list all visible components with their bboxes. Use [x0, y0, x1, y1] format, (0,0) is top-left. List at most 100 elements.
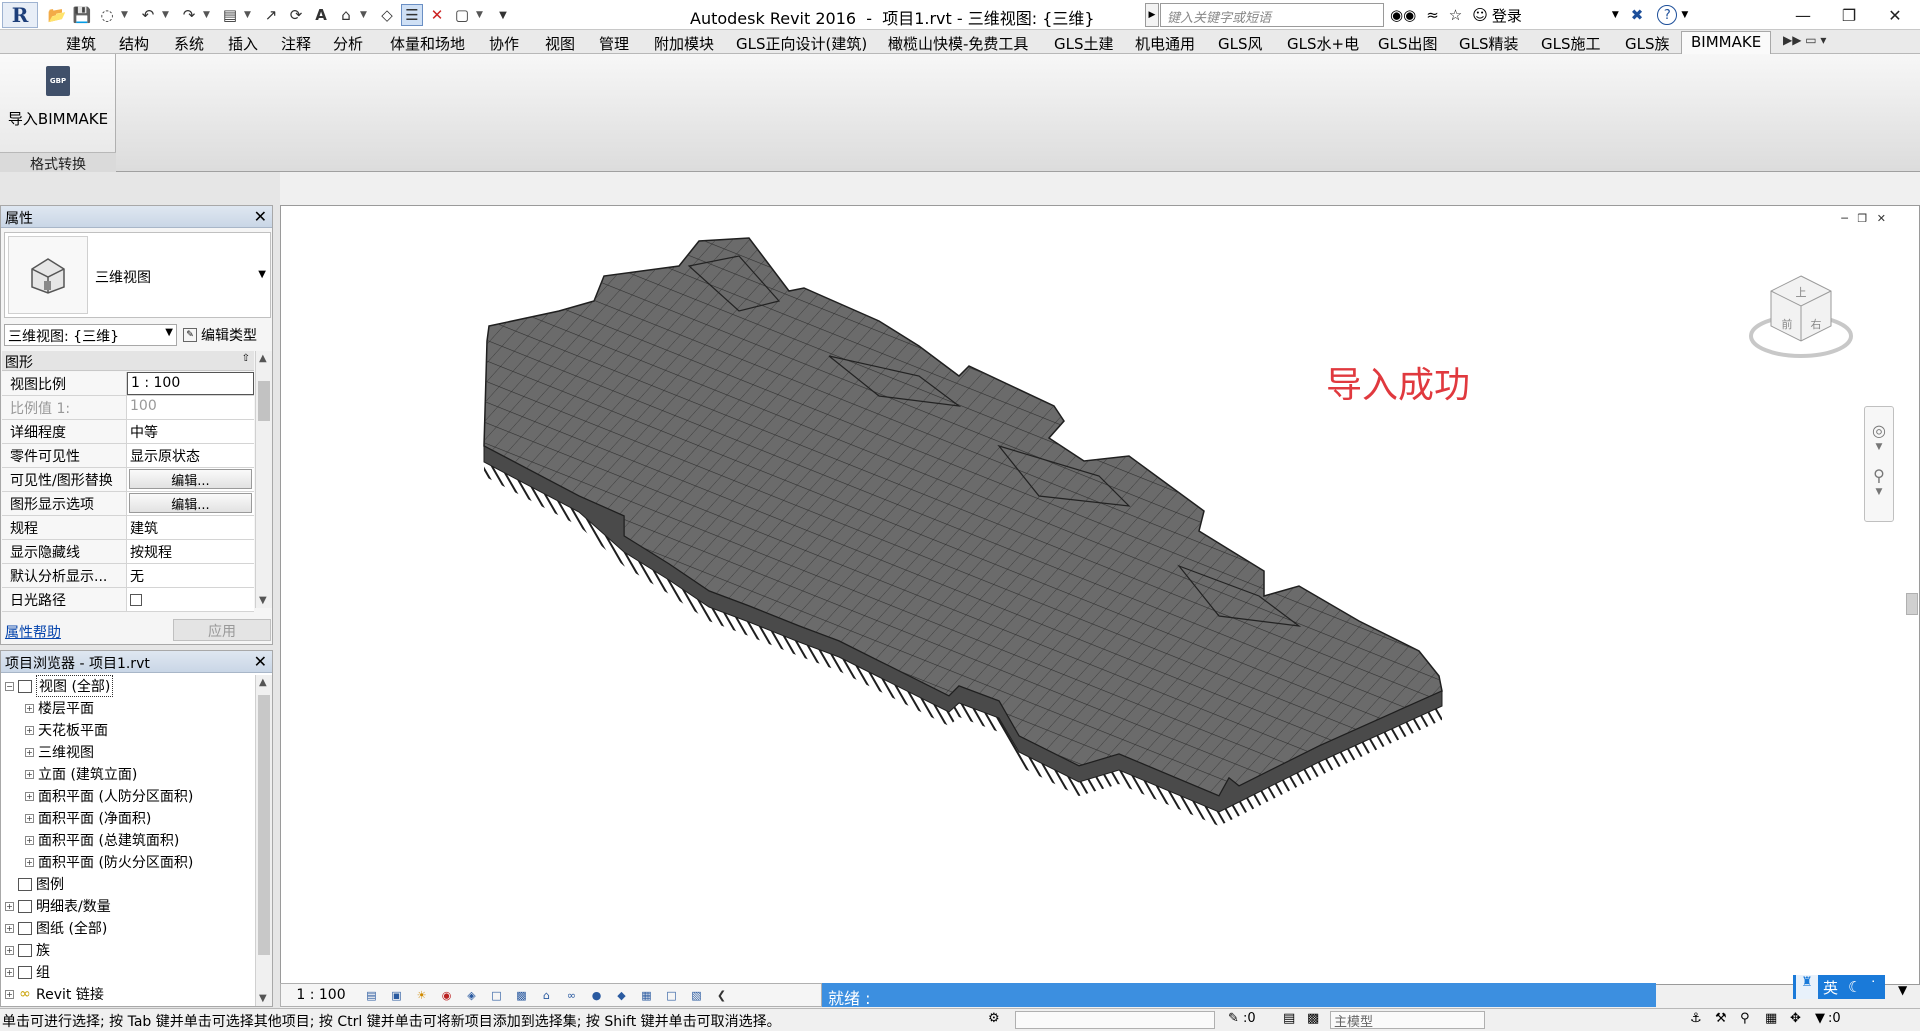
scroll-up-icon[interactable]: ▲ — [259, 353, 267, 364]
select-by-face-icon[interactable]: ▦ — [1765, 1011, 1777, 1026]
worksets-icon[interactable]: ⚙ — [988, 1011, 1000, 1026]
select-underlay-icon[interactable]: ⚒ — [1715, 1011, 1727, 1026]
print-icon[interactable]: ▤ — [219, 4, 241, 26]
customize-qat-icon[interactable]: ▼ — [492, 4, 514, 26]
tab-7[interactable]: 体量和场地 — [390, 32, 465, 54]
active-workset-select[interactable] — [1015, 1011, 1215, 1029]
reveal-hidden-icon[interactable]: ● — [586, 987, 607, 1003]
browser-node[interactable]: + 立面 (建筑立面) — [1, 763, 255, 785]
zoom-dropdown-icon[interactable]: ▼ — [1876, 487, 1883, 497]
application-menu-button[interactable]: R — [2, 2, 38, 28]
exchange-icon[interactable]: ✖ — [1631, 6, 1644, 24]
thin-lines-icon[interactable]: ☰ — [401, 4, 423, 26]
viewcube[interactable]: 上 前 右 — [1746, 266, 1856, 366]
sun-path-checkbox[interactable] — [130, 594, 142, 606]
expand-icon[interactable]: + — [25, 835, 34, 845]
expand-icon[interactable]: + — [25, 725, 34, 735]
drag-on-selection-icon[interactable]: ✥ — [1790, 1011, 1801, 1026]
scroll-thumb[interactable] — [258, 695, 270, 955]
design-option-toggle-icon[interactable]: ▩ — [1307, 1011, 1319, 1026]
close-icon[interactable]: ✕ — [254, 652, 267, 671]
visual-style-icon[interactable]: ▣ — [386, 987, 407, 1003]
close-icon[interactable]: ✕ — [254, 207, 267, 226]
text-icon[interactable]: A — [310, 4, 332, 26]
tab-5[interactable]: 注释 — [281, 32, 311, 54]
filter-icon[interactable]: ▼ — [1815, 1011, 1825, 1026]
tab-21[interactable]: GLS族 — [1625, 32, 1670, 54]
tab-8[interactable]: 协作 — [489, 32, 519, 54]
open-icon[interactable]: 📂 — [46, 4, 68, 26]
lock-view-icon[interactable]: ⌂ — [536, 987, 557, 1003]
tab-17[interactable]: GLS水+电 — [1287, 32, 1359, 54]
minimize-button[interactable]: — — [1780, 0, 1826, 30]
3d-view-dropdown-icon[interactable]: ▼ — [360, 10, 370, 20]
browser-node[interactable]: + 面积平面 (总建筑面积) — [1, 829, 255, 851]
tab-20[interactable]: GLS施工 — [1541, 32, 1601, 54]
tab-13[interactable]: 橄榄山快模-免费工具 — [888, 32, 1028, 54]
design-options-icon[interactable]: ▤ — [1283, 1011, 1295, 1026]
tab-14[interactable]: GLS土建 — [1054, 32, 1114, 54]
property-value[interactable]: 显示原状态 — [127, 444, 254, 467]
tab-1[interactable]: 建筑 — [66, 32, 96, 54]
tab-10[interactable]: 管理 — [599, 32, 629, 54]
browser-node[interactable]: + 面积平面 (净面积) — [1, 807, 255, 829]
3d-model-graphic[interactable] — [359, 206, 1459, 856]
tab-15[interactable]: 机电通用 — [1135, 32, 1195, 54]
highlight-displacement-icon[interactable]: □ — [661, 987, 682, 1003]
viewcube-top-face[interactable]: 上 — [1796, 286, 1807, 299]
section-icon[interactable]: ◇ — [376, 4, 398, 26]
ribbon-overflow-icon[interactable]: ▶▶ ▭ ▾ — [1783, 33, 1826, 47]
expand-icon[interactable]: + — [25, 813, 34, 823]
tab-12[interactable]: GLS正向设计(建筑) — [736, 32, 867, 54]
property-value[interactable]: 无 — [127, 564, 254, 587]
tab-22[interactable]: BIMMAKE — [1681, 31, 1772, 55]
browser-node[interactable]: + 面积平面 (防火分区面积) — [1, 851, 255, 873]
worksharing-icon[interactable]: ◆ — [611, 987, 632, 1003]
property-value[interactable] — [127, 588, 254, 611]
restore-button[interactable]: ❐ — [1826, 0, 1872, 30]
browser-node[interactable]: + 天花板平面 — [1, 719, 255, 741]
expand-icon[interactable]: + — [5, 945, 14, 955]
tab-11[interactable]: 附加模块 — [654, 32, 714, 54]
search-input[interactable]: 键入关键字或短语 — [1160, 3, 1384, 27]
select-pinned-icon[interactable]: ⚲ — [1740, 1011, 1750, 1026]
edit-button[interactable]: 编辑... — [129, 469, 252, 489]
sun-path-icon[interactable]: ☀ — [411, 987, 432, 1003]
render-icon[interactable]: ◈ — [461, 987, 482, 1003]
browser-node[interactable]: 图例 — [1, 873, 255, 895]
expand-icon[interactable]: + — [5, 967, 14, 977]
property-value[interactable]: 建筑 — [127, 516, 254, 539]
tab-3[interactable]: 系统 — [174, 32, 204, 54]
subscription-icon[interactable]: ≈ — [1426, 6, 1439, 24]
measure-icon[interactable]: ↗ — [260, 4, 282, 26]
crop-view-icon[interactable]: □ — [486, 987, 507, 1003]
view-scale[interactable]: 1 : 100 — [281, 987, 361, 1003]
scroll-down-icon[interactable]: ▼ — [1898, 983, 1907, 997]
analytical-icon[interactable]: ▦ — [636, 987, 657, 1003]
properties-scrollbar[interactable]: ▲ ▼ — [255, 351, 272, 608]
view-window-controls[interactable]: ─ ❐ ✕ — [1841, 212, 1889, 225]
browser-node[interactable]: + 明细表/数量 — [1, 895, 255, 917]
apply-button[interactable]: 应用 — [173, 619, 271, 641]
browser-node[interactable]: − 视图 (全部) — [1, 675, 255, 697]
main-model-select[interactable]: 主模型 — [1330, 1011, 1485, 1030]
browser-node[interactable]: + 楼层平面 — [1, 697, 255, 719]
browser-node[interactable]: + 图纸 (全部) — [1, 917, 255, 939]
redo-icon[interactable]: ↷ — [178, 4, 200, 26]
help-icon[interactable]: ? — [1657, 5, 1678, 25]
login-dropdown-icon[interactable]: ▼ — [1612, 10, 1619, 20]
browser-node[interactable]: + 组 — [1, 961, 255, 983]
binoculars-icon[interactable]: ◉◉ — [1390, 6, 1416, 24]
type-selector[interactable]: 三维视图 ▼ — [4, 232, 271, 318]
edit-type-button[interactable]: ✎ 编辑类型 — [183, 325, 257, 345]
expand-icon[interactable]: + — [25, 769, 34, 779]
temporary-hide-icon[interactable]: ∞ — [561, 987, 582, 1003]
browser-scrollbar[interactable]: ▲ ▼ — [255, 675, 272, 1006]
drawing-area-3d-view[interactable]: ─ ❐ ✕ 导入成功 上 前 右 ◎ ▼ ⚲ ▼ — [280, 205, 1920, 985]
scroll-up-icon[interactable]: ▲ — [259, 677, 267, 688]
help-dropdown-icon[interactable]: ▼ — [1681, 10, 1688, 20]
favorites-star-icon[interactable]: ☆ — [1449, 6, 1462, 24]
import-bimmake-button[interactable]: GBP 导入BIMMAKE — [4, 60, 112, 140]
login-link[interactable]: 登录 — [1492, 5, 1522, 26]
tab-2[interactable]: 结构 — [119, 32, 149, 54]
